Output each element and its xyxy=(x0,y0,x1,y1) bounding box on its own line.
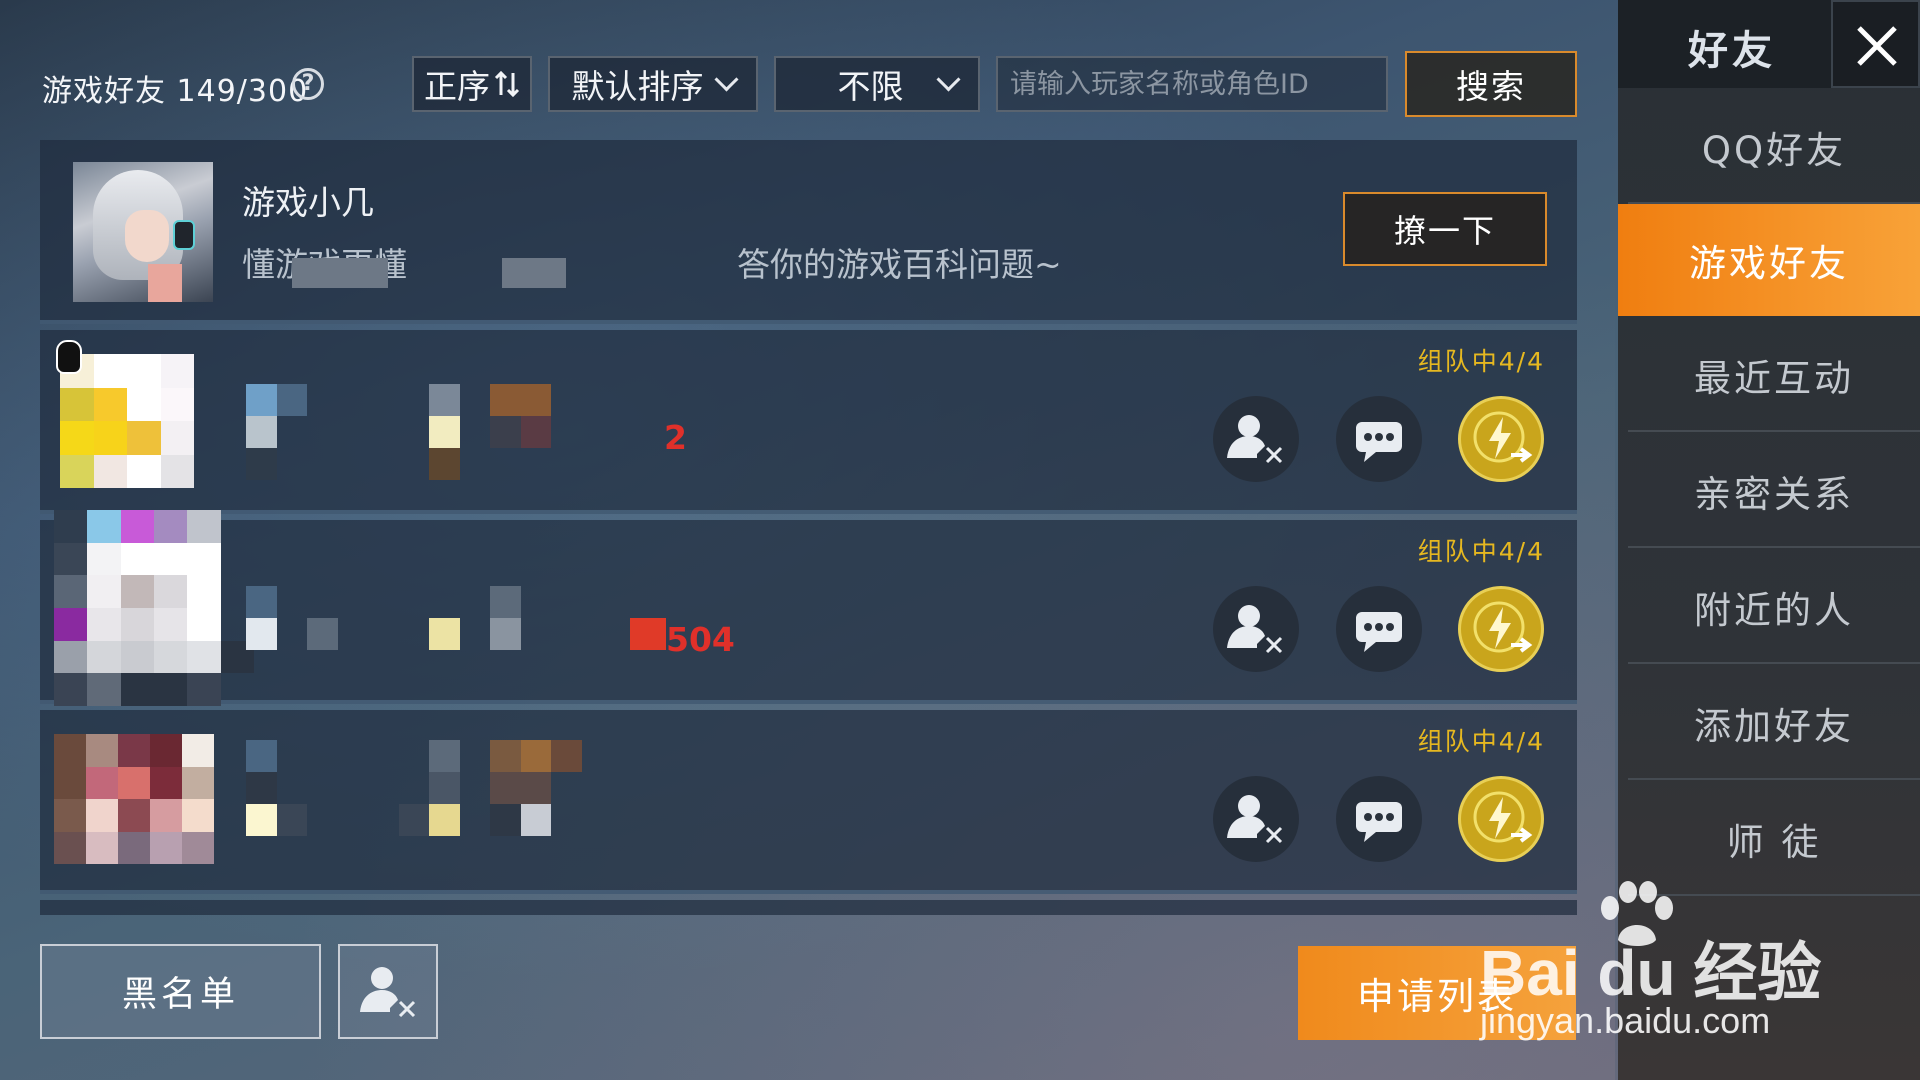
lightning-invite-icon xyxy=(1473,791,1533,843)
team-status: 组队中4/4 xyxy=(1417,727,1545,756)
assistant-description-end: 答你的游戏百科问题~ xyxy=(737,245,1062,284)
sort-dropdown[interactable]: 默认排序 xyxy=(548,56,758,112)
chat-bubble-icon xyxy=(1356,802,1402,842)
player-id-fragment: 2 xyxy=(664,418,687,457)
sort-label: 默认排序 xyxy=(571,67,704,106)
remove-friend-button[interactable] xyxy=(1213,586,1299,672)
tease-button[interactable]: 撩一下 xyxy=(1343,192,1547,266)
pixelated-name xyxy=(246,384,582,480)
remove-person-icon xyxy=(1227,415,1283,464)
batch-remove-friend-button[interactable] xyxy=(338,944,438,1039)
order-label: 正序 xyxy=(424,67,490,106)
avatar[interactable] xyxy=(60,354,194,488)
remove-friend-button[interactable] xyxy=(1213,776,1299,862)
close-button[interactable] xyxy=(1831,0,1920,88)
remove-person-icon xyxy=(1227,795,1283,844)
invite-team-button[interactable] xyxy=(1458,586,1544,672)
close-icon xyxy=(1857,26,1897,66)
remove-person-icon xyxy=(360,967,416,1018)
search-input[interactable] xyxy=(996,56,1388,112)
friend-row[interactable]: 2 组队中4/4 xyxy=(40,330,1577,514)
chevron-down-icon xyxy=(713,66,739,92)
sidebar-item-nearby-people[interactable]: 附近的人 xyxy=(1628,552,1920,664)
friend-row[interactable]: 504 组队中4/4 xyxy=(40,510,1577,706)
assistant-name: 游戏小几 xyxy=(242,183,374,222)
sidebar-item-mentor[interactable]: 师 徒 xyxy=(1628,784,1920,896)
remove-person-icon xyxy=(1227,605,1283,654)
chat-button[interactable] xyxy=(1336,586,1422,672)
lightning-invite-icon xyxy=(1473,411,1533,463)
filter-label: 不限 xyxy=(837,67,904,106)
avatar[interactable] xyxy=(73,162,213,302)
friend-count-title: 游戏好友 149/300 xyxy=(42,74,309,109)
censor-mask xyxy=(502,258,566,288)
blacklist-button[interactable]: 黑名单 xyxy=(40,944,321,1039)
invite-team-button[interactable] xyxy=(1458,776,1544,862)
friends-sidebar: 好友 QQ好友 游戏好友 最近互动 亲密关系 附近的人 添加好友 师 徒 xyxy=(1618,0,1920,1080)
censor-mask xyxy=(292,258,388,288)
chat-bubble-icon xyxy=(1356,422,1402,462)
pixelated-name xyxy=(246,740,582,836)
friend-row[interactable]: 组队中4/4 xyxy=(40,710,1577,894)
question-circle-icon[interactable]: ? xyxy=(292,68,324,100)
order-toggle-button[interactable]: 正序 xyxy=(412,56,532,112)
remove-friend-button[interactable] xyxy=(1213,396,1299,482)
chevron-down-icon xyxy=(935,66,961,92)
qq-penguin-icon xyxy=(56,340,82,374)
search-button[interactable]: 搜索 xyxy=(1405,51,1577,117)
team-status: 组队中4/4 xyxy=(1417,537,1545,566)
sidebar-item-qq-friends[interactable]: QQ好友 xyxy=(1628,92,1920,204)
friend-row[interactable] xyxy=(40,900,1577,915)
chat-button[interactable] xyxy=(1336,776,1422,862)
avatar[interactable] xyxy=(54,510,254,706)
player-id-fragment: 504 xyxy=(666,620,735,659)
filter-dropdown[interactable]: 不限 xyxy=(774,56,980,112)
friend-list[interactable]: 游戏小几 懂游戏更懂答你的游戏百科问题~ 撩一下 2 组队中4/4 xyxy=(40,140,1577,915)
invite-team-button[interactable] xyxy=(1458,396,1544,482)
featured-assistant-row: 游戏小几 懂游戏更懂答你的游戏百科问题~ 撩一下 xyxy=(40,140,1577,324)
sidebar-header: 好友 xyxy=(1618,0,1920,88)
chat-button[interactable] xyxy=(1336,396,1422,482)
sidebar-title: 好友 xyxy=(1688,28,1776,74)
team-status: 组队中4/4 xyxy=(1417,347,1545,376)
chat-bubble-icon xyxy=(1356,612,1402,652)
sort-arrows-icon xyxy=(494,70,520,98)
pixelated-name xyxy=(246,586,582,650)
censor-mask xyxy=(630,618,666,650)
sidebar-item-intimate-relations[interactable]: 亲密关系 xyxy=(1628,436,1920,548)
sidebar-item-add-friend[interactable]: 添加好友 xyxy=(1628,668,1920,780)
sidebar-item-recent-interactions[interactable]: 最近互动 xyxy=(1628,320,1920,432)
avatar[interactable] xyxy=(54,734,214,864)
apply-list-button[interactable]: 申请列表 xyxy=(1298,946,1576,1040)
sidebar-item-game-friends[interactable]: 游戏好友 xyxy=(1618,204,1920,316)
lightning-invite-icon xyxy=(1473,601,1533,653)
